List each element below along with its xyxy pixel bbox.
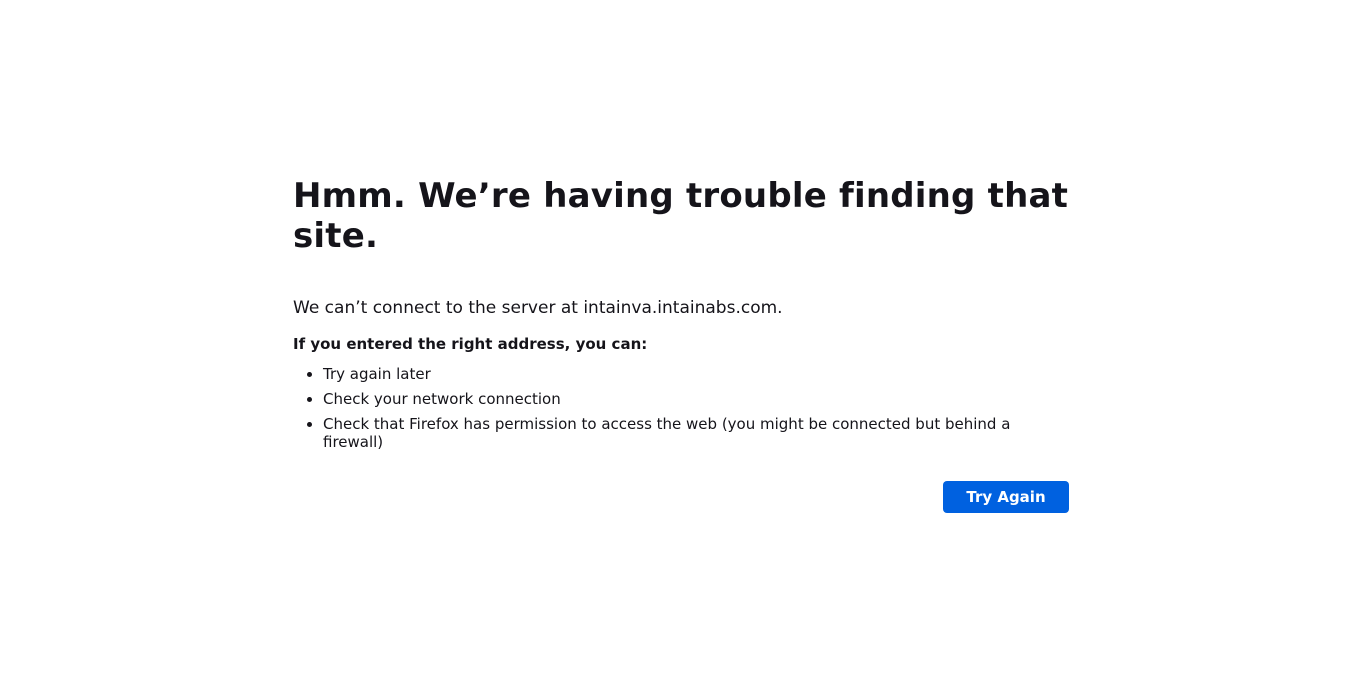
suggestions-list: Try again later Check your network conne… xyxy=(293,365,1069,451)
suggestion-item: Check that Firefox has permission to acc… xyxy=(323,415,1069,451)
suggestion-item: Check your network connection xyxy=(323,390,1069,408)
suggestions-heading: If you entered the right address, you ca… xyxy=(293,335,648,353)
error-description: We can’t connect to the server at intain… xyxy=(293,298,783,318)
try-again-button[interactable]: Try Again xyxy=(943,481,1069,513)
button-row: Try Again xyxy=(293,481,1069,513)
error-title: Hmm. We’re having trouble finding that s… xyxy=(293,176,1069,256)
suggestion-item: Try again later xyxy=(323,365,1069,383)
error-page-container: Hmm. We’re having trouble finding that s… xyxy=(293,176,1069,513)
